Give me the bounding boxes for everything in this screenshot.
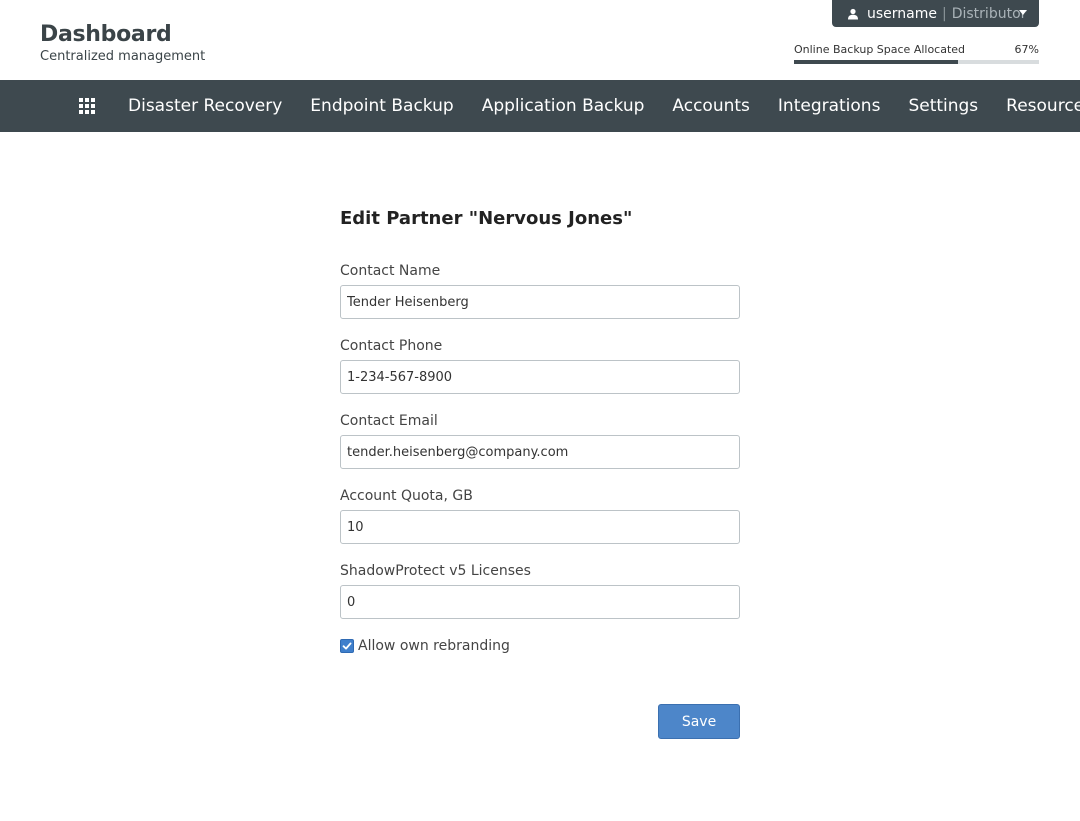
account-quota-group: Account Quota, GB [340, 488, 740, 544]
apps-grid-icon[interactable] [79, 98, 95, 114]
nav-item-settings[interactable]: Settings [894, 80, 992, 132]
brand-subtitle: Centralized management [40, 49, 206, 64]
contact-email-input[interactable] [340, 435, 740, 469]
nav-item-application-backup[interactable]: Application Backup [468, 80, 659, 132]
user-menu-button[interactable]: username | Distributor [832, 0, 1039, 27]
caret-down-icon [1019, 10, 1027, 15]
nav-item-resources[interactable]: Resources [992, 80, 1080, 132]
header: Dashboard Centralized management usernam… [0, 0, 1080, 80]
contact-name-input[interactable] [340, 285, 740, 319]
brand-title[interactable]: Dashboard [40, 22, 172, 47]
main-nav: Disaster Recovery Endpoint Backup Applic… [0, 80, 1080, 132]
contact-name-group: Contact Name [340, 263, 740, 319]
contact-phone-group: Contact Phone [340, 338, 740, 394]
edit-partner-form: Edit Partner "Nervous Jones" Contact Nam… [340, 208, 740, 739]
account-quota-input[interactable] [340, 510, 740, 544]
quota-progress-bar [794, 60, 1039, 64]
quota-progress-fill [794, 60, 959, 64]
page-title: Edit Partner "Nervous Jones" [340, 208, 633, 229]
nav-items: Disaster Recovery Endpoint Backup Applic… [114, 80, 1080, 132]
rebranding-checkbox[interactable] [340, 639, 354, 653]
shadowprotect-licenses-label: ShadowProtect v5 Licenses [340, 563, 531, 579]
shadowprotect-licenses-input[interactable] [340, 585, 740, 619]
contact-email-label: Contact Email [340, 413, 438, 429]
contact-email-group: Contact Email [340, 413, 740, 469]
nav-item-accounts[interactable]: Accounts [658, 80, 764, 132]
rebranding-checkbox-label[interactable]: Allow own rebranding [358, 638, 510, 654]
username-label: username [867, 5, 937, 22]
nav-item-integrations[interactable]: Integrations [764, 80, 895, 132]
nav-item-endpoint-backup[interactable]: Endpoint Backup [296, 80, 467, 132]
nav-item-disaster-recovery[interactable]: Disaster Recovery [114, 80, 296, 132]
contact-name-label: Contact Name [340, 263, 441, 279]
shadowprotect-licenses-group: ShadowProtect v5 Licenses [340, 563, 740, 619]
contact-phone-label: Contact Phone [340, 338, 443, 354]
account-quota-label: Account Quota, GB [340, 488, 473, 504]
quota-percent: 67% [1014, 43, 1039, 56]
user-role-label: Distributor [951, 5, 1027, 22]
quota-label: Online Backup Space Allocated [794, 43, 966, 56]
user-menu-separator: | [942, 5, 947, 22]
save-button[interactable]: Save [658, 704, 740, 739]
rebranding-checkbox-row: Allow own rebranding [340, 638, 740, 654]
user-icon [848, 8, 858, 19]
checkmark-icon [342, 642, 352, 650]
contact-phone-input[interactable] [340, 360, 740, 394]
